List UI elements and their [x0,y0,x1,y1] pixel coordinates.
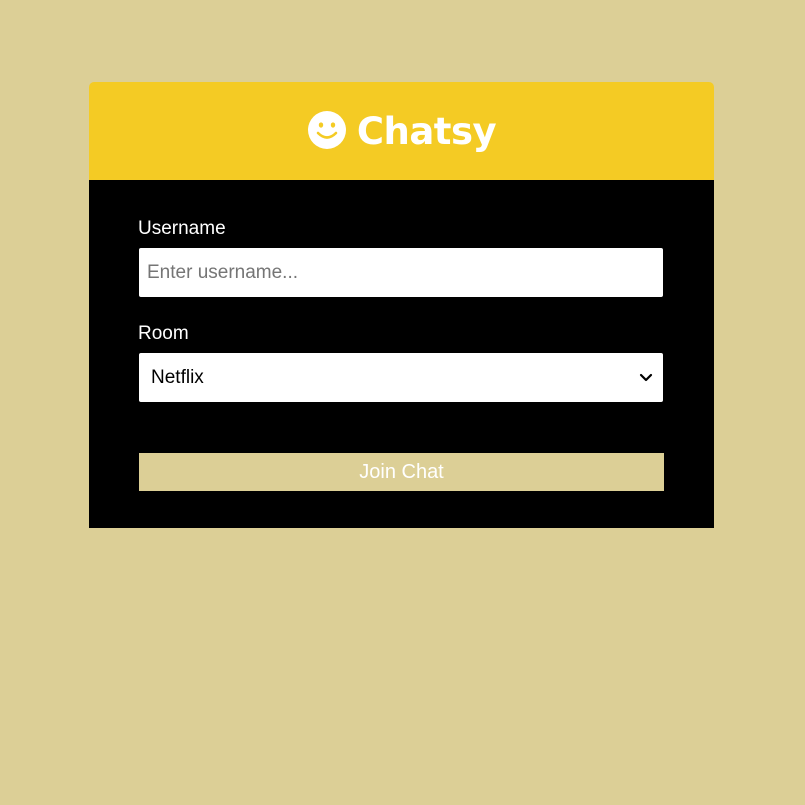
username-label: Username [138,218,226,239]
username-input[interactable] [139,248,663,297]
join-form: Username Room Netflix Join Chat [89,180,714,528]
room-select[interactable]: Netflix [139,353,663,402]
join-card: Chatsy Username Room Netflix Join Chat [89,82,714,528]
room-label: Room [138,323,189,344]
room-selected-value: Netflix [151,366,204,388]
smiley-face-icon [307,111,346,149]
app-title: Chatsy [356,109,497,153]
chevron-down-icon [639,373,653,381]
card-header: Chatsy [89,82,714,180]
join-chat-button[interactable]: Join Chat [139,453,664,491]
